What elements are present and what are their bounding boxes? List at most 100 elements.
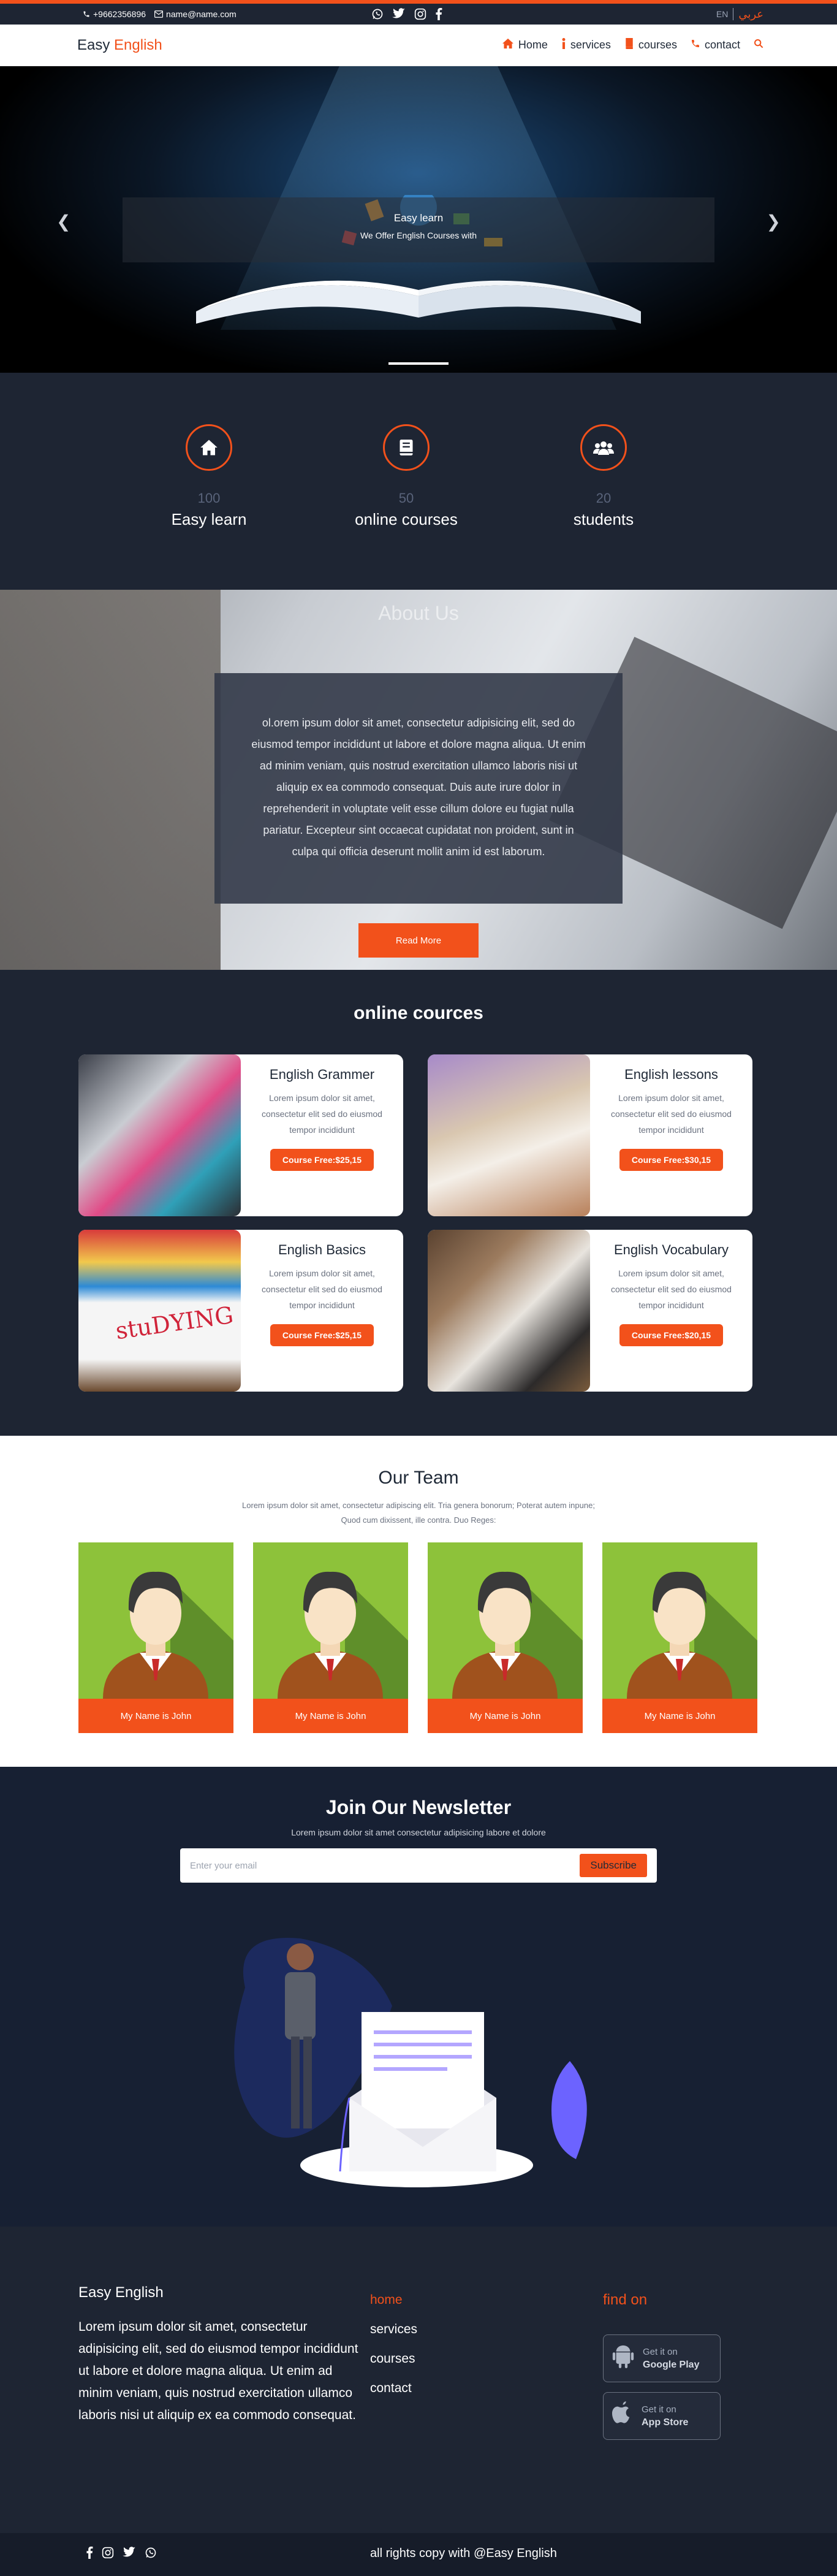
hero-title: Easy learn bbox=[393, 212, 444, 224]
book-icon bbox=[624, 38, 634, 52]
email-input[interactable]: Enter your email bbox=[190, 1861, 257, 1871]
contact-info: +9662356896 name@name.com bbox=[83, 9, 237, 19]
nav-item-home[interactable]: Home bbox=[502, 38, 548, 52]
course-price-button[interactable]: Course Free:$30,15 bbox=[619, 1149, 724, 1171]
footer-brand: Easy English bbox=[78, 2284, 164, 2301]
team-member-card[interactable]: My Name is John bbox=[78, 1542, 233, 1733]
footer-link-services[interactable]: services bbox=[370, 2322, 417, 2337]
course-price-button[interactable]: Course Free:$25,15 bbox=[270, 1149, 374, 1171]
course-title: English lessons bbox=[624, 1067, 718, 1082]
lang-ar-link[interactable]: عربي bbox=[738, 8, 763, 21]
team-member-name: My Name is John bbox=[253, 1699, 408, 1733]
slider-indicator[interactable] bbox=[388, 362, 449, 365]
course-image bbox=[428, 1054, 590, 1216]
facebook-icon[interactable] bbox=[435, 8, 442, 20]
stat-item: 20 students bbox=[542, 424, 665, 590]
phone-contact[interactable]: +9662356896 bbox=[83, 9, 146, 19]
footer-link-courses[interactable]: courses bbox=[370, 2352, 417, 2366]
course-price-button[interactable]: Course Free:$20,15 bbox=[619, 1324, 724, 1346]
course-card[interactable]: English Grammer Lorem ipsum dolor sit am… bbox=[78, 1054, 403, 1216]
footer-links: home services courses contact bbox=[370, 2293, 417, 2410]
course-description: Lorem ipsum dolor sit amet, consectetur … bbox=[262, 1093, 382, 1135]
about-bg-sweater bbox=[0, 590, 221, 970]
facebook-icon[interactable] bbox=[86, 2547, 93, 2563]
brand-accent: English bbox=[114, 36, 162, 53]
nav-item-label: contact bbox=[704, 39, 740, 51]
nav-menu: Home services courses contact bbox=[502, 38, 763, 52]
brand-logo[interactable]: Easy English bbox=[77, 37, 162, 54]
footer-social-links bbox=[86, 2547, 157, 2563]
home-icon bbox=[502, 38, 514, 52]
store-line-2: Google Play bbox=[643, 2359, 700, 2370]
course-card[interactable]: English Vocabulary Lorem ipsum dolor sit… bbox=[428, 1230, 752, 1392]
hero-caption: Easy learn We Offer English Courses with bbox=[123, 197, 714, 262]
chevron-right-icon[interactable]: ❯ bbox=[767, 211, 781, 232]
instagram-icon[interactable] bbox=[414, 8, 426, 20]
course-image bbox=[428, 1230, 590, 1392]
about-text: ol.orem ipsum dolor sit amet, consectetu… bbox=[251, 717, 586, 858]
nav-item-label: services bbox=[570, 39, 611, 51]
studying-card-graphic: stuDYING bbox=[113, 1301, 235, 1345]
nav-item-contact[interactable]: contact bbox=[691, 39, 740, 51]
course-description: Lorem ipsum dolor sit amet, consectetur … bbox=[611, 1268, 732, 1310]
whatsapp-icon[interactable] bbox=[145, 2547, 157, 2563]
course-card[interactable]: English lessons Lorem ipsum dolor sit am… bbox=[428, 1054, 752, 1216]
stat-number: 100 bbox=[197, 490, 221, 506]
avatar bbox=[253, 1542, 408, 1699]
team-member-card[interactable]: My Name is John bbox=[428, 1542, 583, 1733]
course-image: stuDYING bbox=[78, 1230, 241, 1392]
nav-item-services[interactable]: services bbox=[561, 38, 611, 52]
app-store-text: Get it on App Store bbox=[642, 2404, 688, 2428]
about-section: About Us ol.orem ipsum dolor sit amet, c… bbox=[0, 590, 837, 970]
course-title: English Basics bbox=[278, 1242, 366, 1257]
team-member-name: My Name is John bbox=[602, 1699, 757, 1733]
course-body: English lessons Lorem ipsum dolor sit am… bbox=[590, 1054, 752, 1216]
search-icon bbox=[754, 39, 763, 51]
google-play-button[interactable]: Get it on Google Play bbox=[603, 2334, 721, 2382]
newsletter-subtitle: Lorem ipsum dolor sit amet consectetur a… bbox=[291, 1827, 546, 1837]
email-contact[interactable]: name@name.com bbox=[154, 9, 237, 19]
footer-link-contact[interactable]: contact bbox=[370, 2381, 417, 2396]
stats-section: 100 Easy learn 50 online courses 20 stud… bbox=[0, 373, 837, 590]
read-more-button[interactable]: Read More bbox=[358, 923, 479, 958]
course-description: Lorem ipsum dolor sit amet, consectetur … bbox=[262, 1268, 382, 1310]
team-member-card[interactable]: My Name is John bbox=[602, 1542, 757, 1733]
android-icon bbox=[612, 2344, 634, 2374]
chevron-left-icon[interactable]: ❮ bbox=[56, 211, 70, 232]
twitter-icon[interactable] bbox=[392, 8, 406, 20]
stat-number: 50 bbox=[398, 490, 414, 506]
course-price-button[interactable]: Course Free:$25,15 bbox=[270, 1324, 374, 1346]
apple-icon bbox=[612, 2401, 633, 2431]
courses-section: online cources English Grammer Lorem ips… bbox=[0, 970, 837, 1436]
phone-icon bbox=[691, 39, 700, 51]
main-navbar: Easy English Home services courses conta… bbox=[0, 25, 837, 66]
subscribe-button[interactable]: Subscribe bbox=[580, 1854, 647, 1877]
store-line-1: Get it on bbox=[642, 2404, 676, 2415]
avatar bbox=[602, 1542, 757, 1699]
footer-bottom-bar: all rights copy with @Easy English bbox=[0, 2533, 837, 2576]
course-body: English Grammer Lorem ipsum dolor sit am… bbox=[241, 1054, 403, 1216]
stat-label: students bbox=[573, 510, 634, 528]
course-title: English Grammer bbox=[269, 1067, 375, 1082]
footer-link-home[interactable]: home bbox=[370, 2293, 417, 2307]
search-button[interactable] bbox=[754, 39, 763, 51]
store-line-1: Get it on bbox=[643, 2346, 678, 2357]
phone-icon bbox=[83, 10, 90, 18]
about-card: ol.orem ipsum dolor sit amet, consectetu… bbox=[214, 673, 623, 904]
whatsapp-icon[interactable] bbox=[371, 8, 384, 20]
stat-item: 50 online courses bbox=[345, 424, 468, 590]
newsletter-illustration bbox=[234, 1938, 587, 2187]
team-member-card[interactable]: My Name is John bbox=[253, 1542, 408, 1733]
course-card[interactable]: stuDYING English Basics Lorem ipsum dolo… bbox=[78, 1230, 403, 1392]
nav-item-label: courses bbox=[638, 39, 677, 51]
lang-en-link[interactable]: EN bbox=[716, 9, 728, 19]
stat-item: 100 Easy learn bbox=[148, 424, 270, 590]
instagram-icon[interactable] bbox=[102, 2547, 114, 2563]
nav-item-courses[interactable]: courses bbox=[624, 38, 677, 52]
twitter-icon[interactable] bbox=[123, 2547, 136, 2563]
team-subtitle: Lorem ipsum dolor sit amet, consectetur … bbox=[242, 1501, 595, 1525]
course-body: English Vocabulary Lorem ipsum dolor sit… bbox=[590, 1230, 752, 1392]
app-store-button[interactable]: Get it on App Store bbox=[603, 2392, 721, 2440]
team-members: My Name is John My Name is John My Name … bbox=[78, 1542, 837, 1733]
team-member-name: My Name is John bbox=[428, 1699, 583, 1733]
